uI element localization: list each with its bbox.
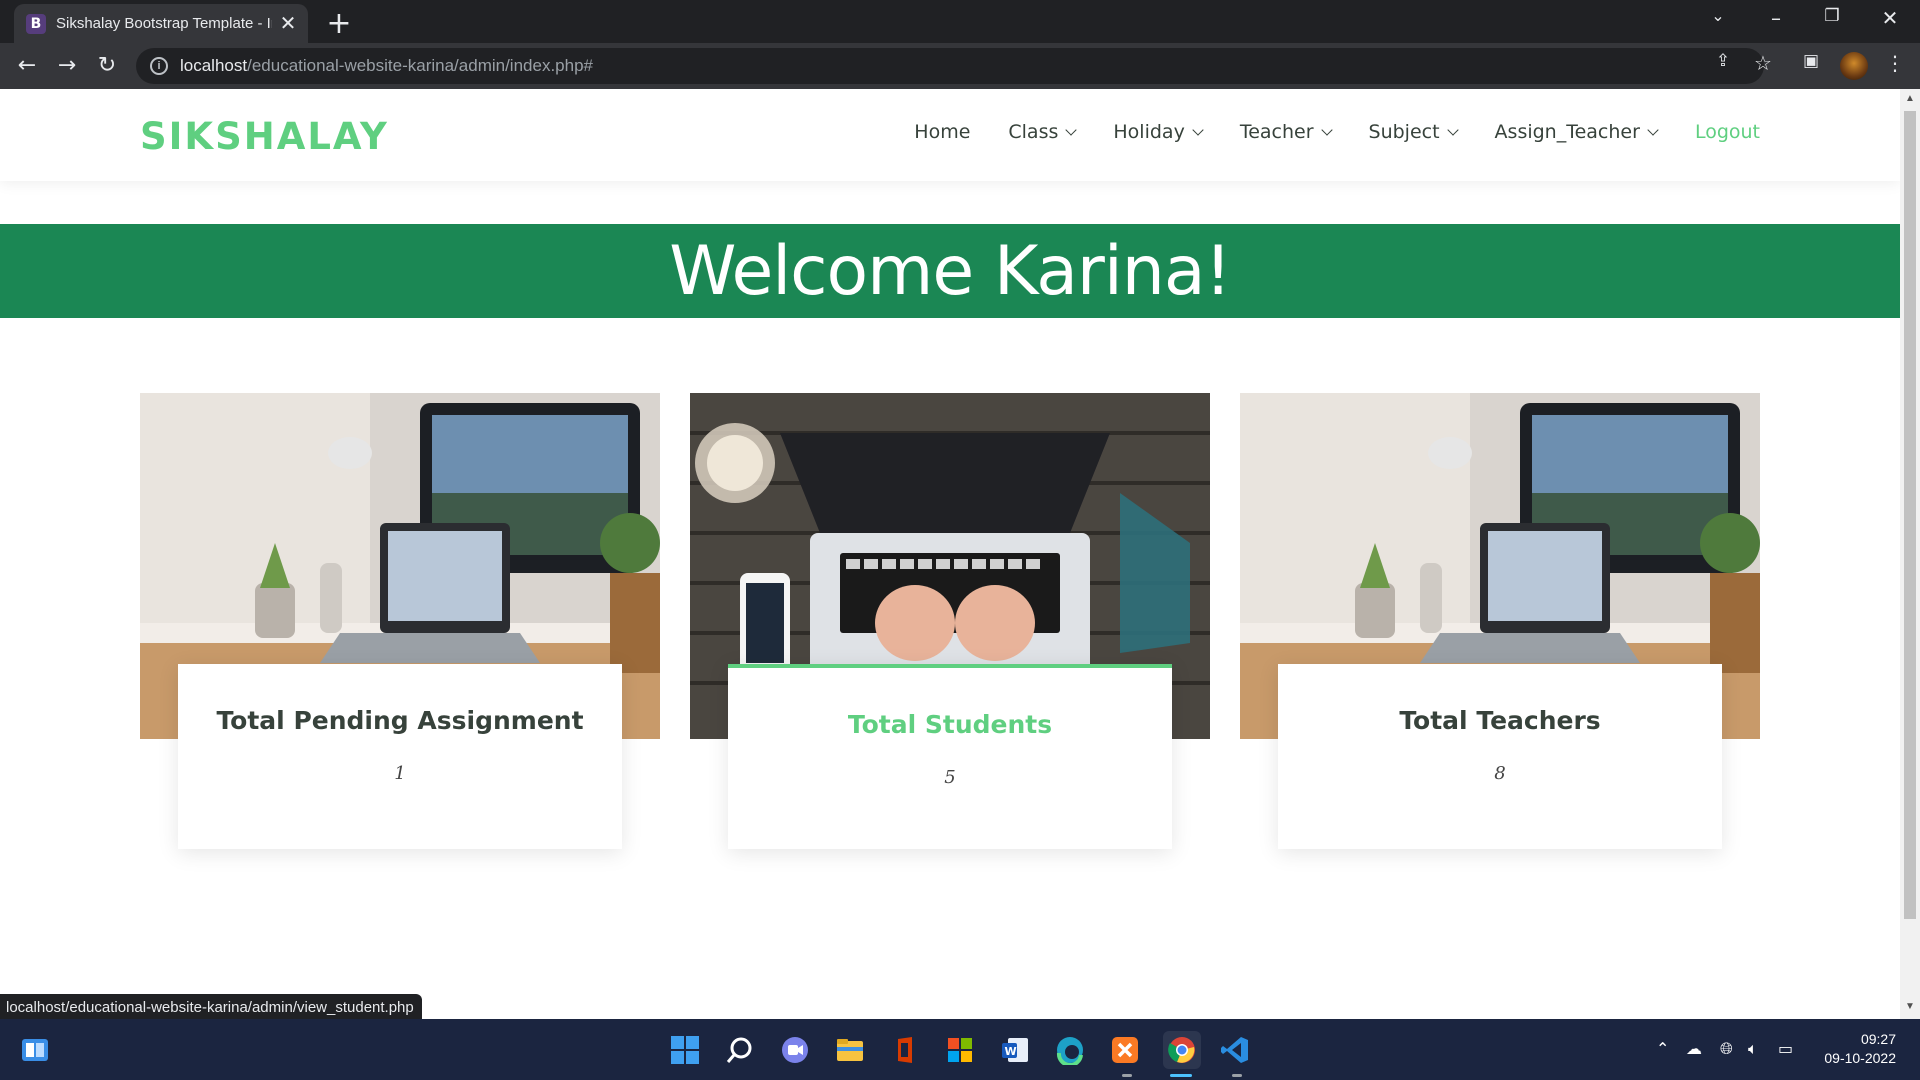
file-explorer-icon[interactable] bbox=[833, 1033, 867, 1067]
running-indicator bbox=[1122, 1074, 1132, 1077]
tab-search-chevron-icon[interactable]: ⌄ bbox=[1698, 6, 1738, 25]
clock-date: 09-10-2022 bbox=[1824, 1050, 1896, 1066]
chevron-down-icon bbox=[1320, 123, 1333, 136]
card-body: Total Pending Assignment 1 bbox=[178, 664, 622, 849]
url-host: localhost bbox=[180, 56, 248, 75]
welcome-banner: Welcome Karina! bbox=[0, 224, 1900, 318]
network-globe-icon[interactable]: 🌐︎ bbox=[1720, 1039, 1733, 1059]
link-status-bubble: localhost/educational-website-karina/adm… bbox=[0, 994, 422, 1022]
card-count: 1 bbox=[394, 763, 406, 784]
browser-toolbar: ← → ↻ i localhost/educational-website-ka… bbox=[0, 43, 1920, 89]
bootstrap-favicon-icon: B bbox=[26, 13, 46, 34]
site-info-icon[interactable]: i bbox=[150, 57, 168, 75]
page-scrollbar[interactable]: ▲ ▼ bbox=[1900, 89, 1920, 1019]
tab-title: Sikshalay Bootstrap Template - In bbox=[56, 15, 272, 32]
back-arrow-icon[interactable]: ← bbox=[12, 51, 42, 81]
active-indicator bbox=[1170, 1074, 1192, 1077]
nav-label: Subject bbox=[1368, 121, 1440, 143]
nav-assign-teacher[interactable]: Assign_Teacher bbox=[1494, 121, 1659, 143]
nav-holiday[interactable]: Holiday bbox=[1113, 121, 1204, 143]
nav-teacher[interactable]: Teacher bbox=[1239, 121, 1333, 143]
share-icon[interactable]: ⇪ bbox=[1708, 51, 1738, 71]
new-tab-button[interactable]: + bbox=[324, 6, 354, 41]
volume-icon[interactable]: 🔈︎ bbox=[1748, 1039, 1758, 1059]
address-bar[interactable]: i localhost/educational-website-karina/a… bbox=[136, 48, 1764, 84]
running-indicator bbox=[1232, 1074, 1242, 1077]
edge-icon[interactable] bbox=[1053, 1033, 1087, 1067]
search-icon[interactable] bbox=[723, 1033, 757, 1067]
site-header: SIKSHALAY Home Class Holiday Teacher Sub… bbox=[0, 89, 1900, 181]
card-title: Total Teachers bbox=[1399, 706, 1601, 735]
scroll-thumb[interactable] bbox=[1904, 111, 1916, 919]
main-nav: Home Class Holiday Teacher Subject Assig… bbox=[876, 121, 1760, 143]
nav-label: Teacher bbox=[1239, 121, 1314, 143]
bookmark-star-icon[interactable]: ☆ bbox=[1748, 51, 1778, 75]
nav-label: Class bbox=[1008, 121, 1059, 143]
url-path: /educational-website-karina/admin/index.… bbox=[247, 56, 593, 75]
scroll-up-arrow-icon[interactable]: ▲ bbox=[1900, 93, 1920, 104]
restore-icon[interactable]: ❐ bbox=[1812, 6, 1852, 26]
chrome-icon[interactable] bbox=[1163, 1031, 1201, 1069]
office-icon[interactable] bbox=[888, 1033, 922, 1067]
window-close-icon[interactable]: ✕ bbox=[1870, 6, 1910, 30]
card-count: 8 bbox=[1494, 763, 1506, 784]
nav-label: Holiday bbox=[1113, 121, 1185, 143]
chevron-down-icon bbox=[1192, 123, 1204, 136]
microsoft-store-icon[interactable] bbox=[943, 1033, 977, 1067]
scroll-down-arrow-icon[interactable]: ▼ bbox=[1900, 1001, 1920, 1012]
welcome-heading: Welcome Karina! bbox=[669, 231, 1232, 311]
chevron-down-icon bbox=[1446, 123, 1459, 136]
word-icon[interactable]: W bbox=[998, 1033, 1032, 1067]
side-panel-icon[interactable]: ▣ bbox=[1796, 51, 1826, 71]
battery-icon[interactable]: ▭ bbox=[1778, 1039, 1793, 1058]
start-windows-icon[interactable] bbox=[668, 1033, 702, 1067]
stat-card-pending-assignment[interactable]: Total Pending Assignment 1 bbox=[140, 393, 660, 849]
clock-time: 09:27 bbox=[1860, 1031, 1896, 1047]
nav-home[interactable]: Home bbox=[914, 121, 970, 143]
card-body: Total Students 5 bbox=[728, 664, 1172, 849]
nav-subject[interactable]: Subject bbox=[1368, 121, 1459, 143]
nav-class[interactable]: Class bbox=[1008, 121, 1078, 143]
teams-chat-icon[interactable] bbox=[778, 1033, 812, 1067]
onedrive-cloud-icon[interactable]: ☁ bbox=[1686, 1039, 1702, 1058]
browser-tab[interactable]: B Sikshalay Bootstrap Template - In ✕ bbox=[14, 4, 308, 43]
site-logo[interactable]: SIKSHALAY bbox=[140, 115, 389, 158]
clock[interactable]: 09:27 09-10-2022 bbox=[1824, 1030, 1896, 1068]
chevron-down-icon bbox=[1065, 123, 1078, 136]
stat-card-total-teachers[interactable]: Total Teachers 8 bbox=[1240, 393, 1760, 849]
xampp-icon[interactable] bbox=[1108, 1033, 1142, 1067]
vscode-icon[interactable] bbox=[1218, 1033, 1252, 1067]
profile-avatar[interactable] bbox=[1840, 52, 1868, 80]
nav-label: Logout bbox=[1694, 121, 1760, 143]
forward-arrow-icon[interactable]: → bbox=[52, 51, 82, 81]
widgets-icon[interactable] bbox=[18, 1033, 52, 1067]
stat-card-total-students[interactable]: Total Students 5 bbox=[690, 393, 1210, 849]
minimize-icon[interactable]: – bbox=[1756, 6, 1796, 30]
close-tab-icon[interactable]: ✕ bbox=[278, 11, 298, 36]
nav-label: Assign_Teacher bbox=[1494, 121, 1640, 143]
card-count: 5 bbox=[944, 767, 956, 788]
nav-logout[interactable]: Logout bbox=[1695, 121, 1760, 143]
svg-text:W: W bbox=[1005, 1045, 1017, 1058]
chevron-down-icon bbox=[1647, 123, 1659, 136]
browser-tab-strip: B Sikshalay Bootstrap Template - In ✕ + … bbox=[0, 0, 1920, 43]
card-body: Total Teachers 8 bbox=[1278, 664, 1722, 849]
nav-label: Home bbox=[914, 121, 971, 143]
windows-taskbar: W ⌃ ☁ 🌐︎ 🔈︎ ▭ 09:27 09-10-2022 bbox=[0, 1019, 1920, 1080]
card-title: Total Pending Assignment bbox=[216, 706, 584, 735]
menu-kebab-icon[interactable]: ⋮ bbox=[1880, 51, 1910, 75]
card-title: Total Students bbox=[847, 710, 1053, 739]
page-viewport: SIKSHALAY Home Class Holiday Teacher Sub… bbox=[0, 89, 1920, 1019]
reload-icon[interactable]: ↻ bbox=[92, 51, 122, 81]
tray-chevron-icon[interactable]: ⌃ bbox=[1656, 1039, 1669, 1058]
